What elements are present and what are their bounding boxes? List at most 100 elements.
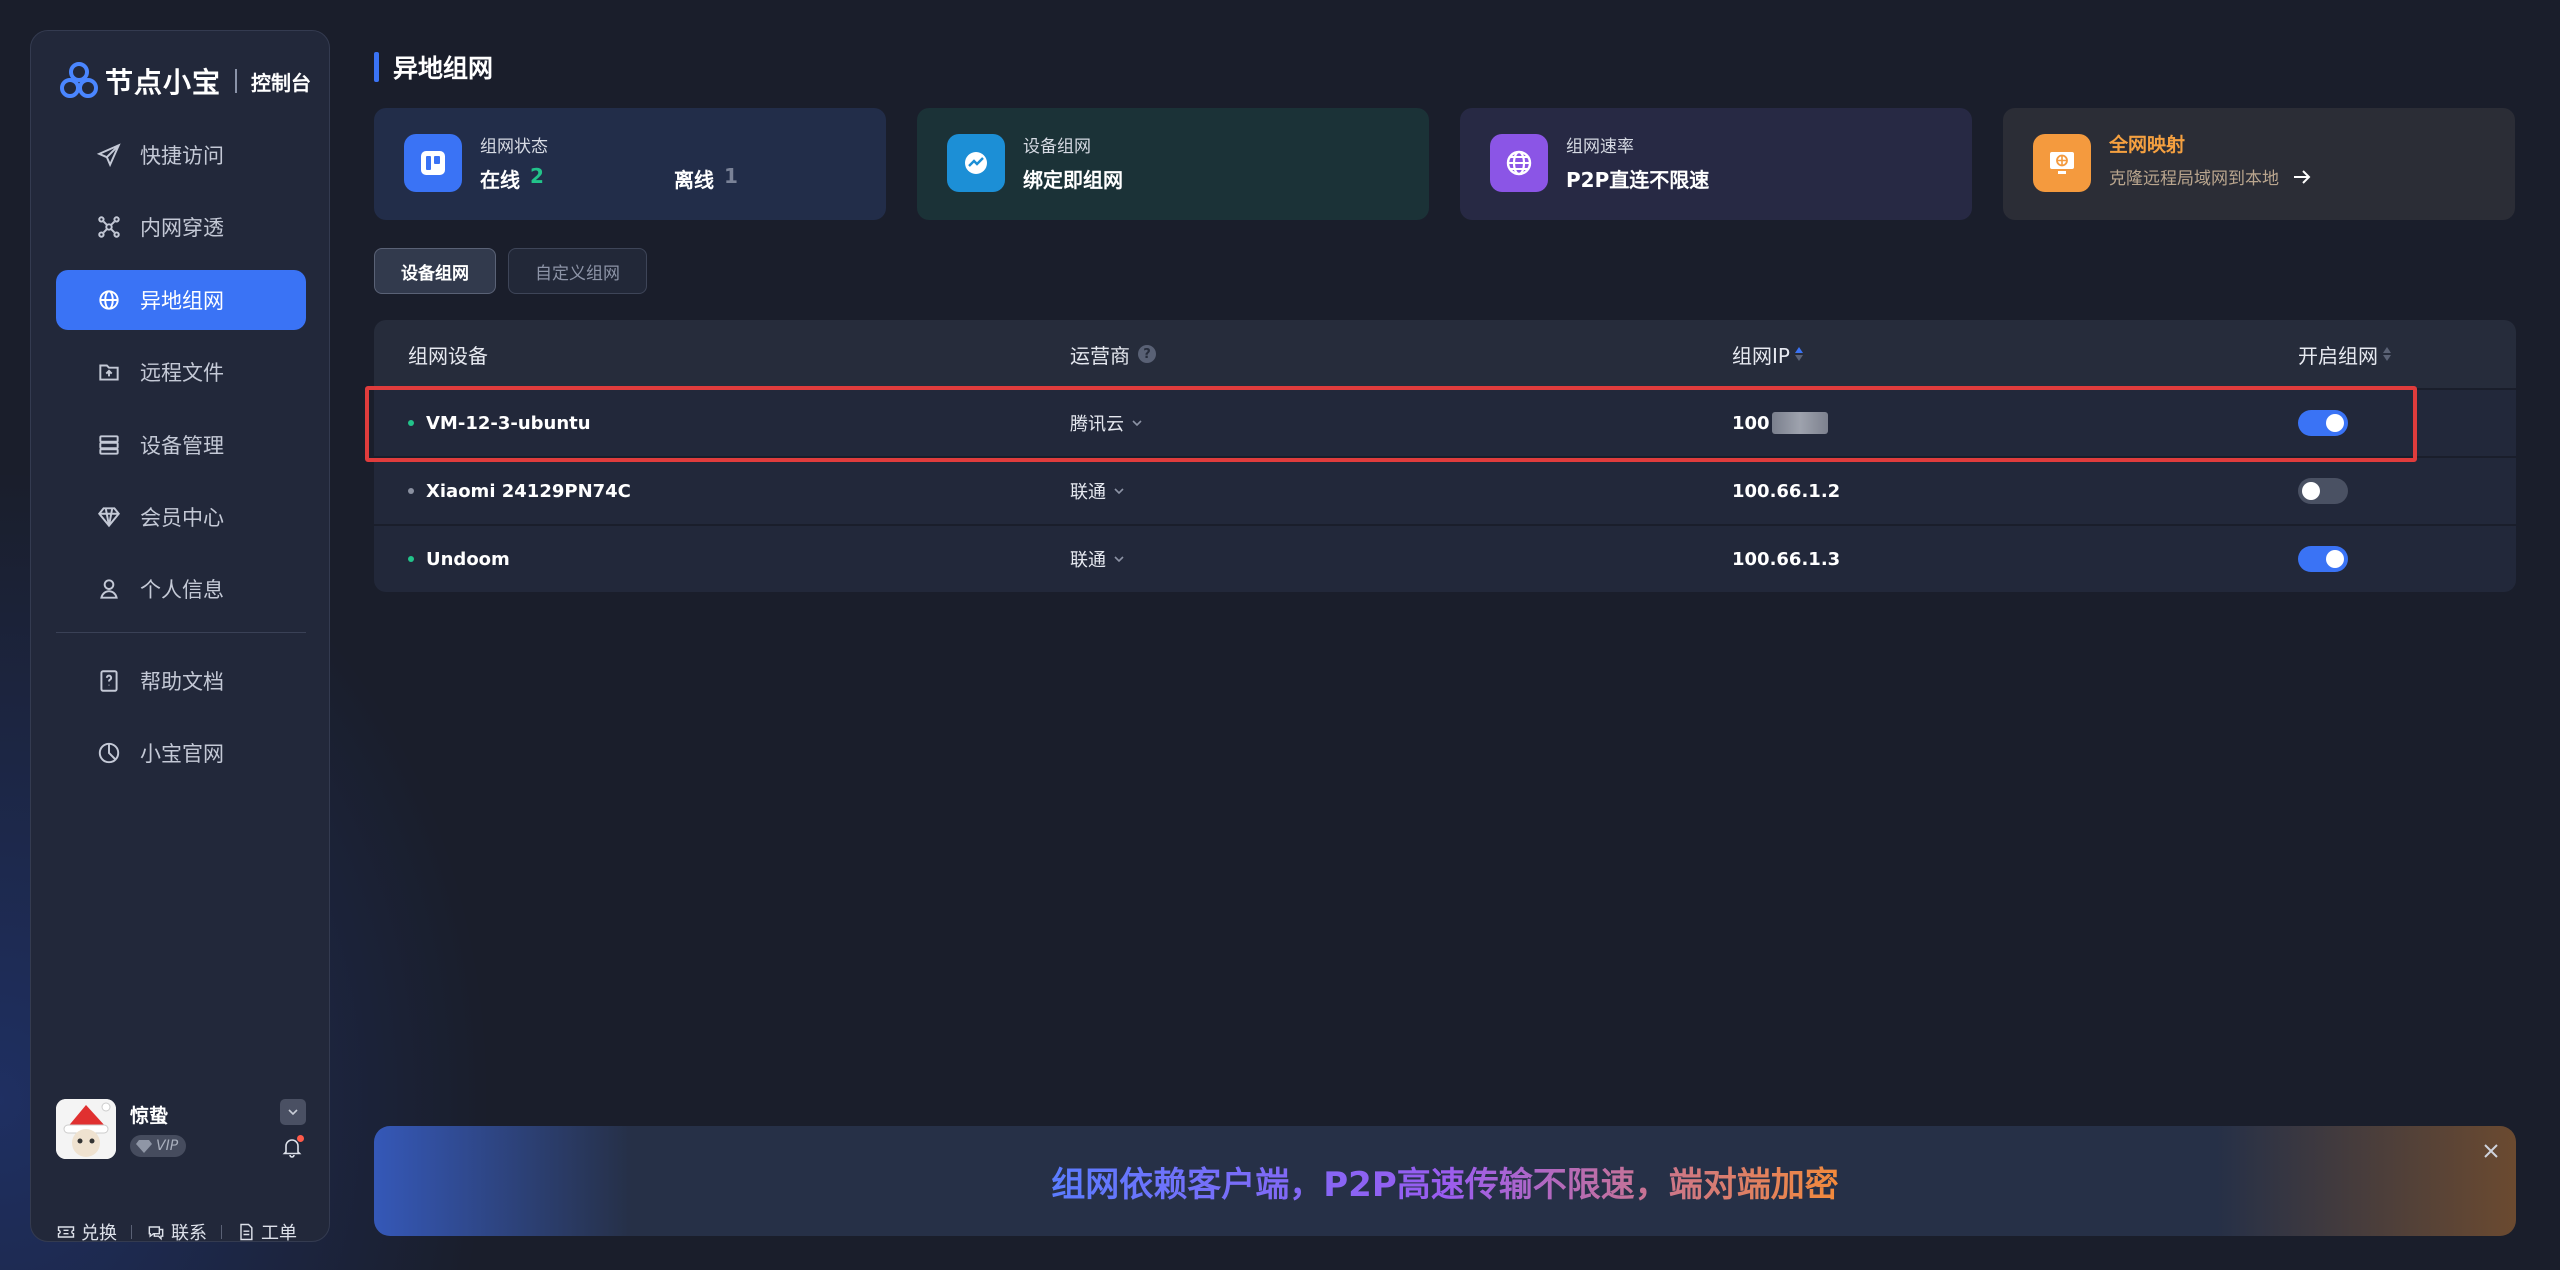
sidebar-item-devices[interactable]: 设备管理: [56, 415, 306, 475]
table-row[interactable]: Undoom 联通 100.66.1.3: [374, 524, 2516, 592]
isp-select[interactable]: 腾讯云: [1070, 390, 1144, 456]
help-icon[interactable]: ?: [1138, 345, 1156, 363]
sidebar-item-tunnel[interactable]: 内网穿透: [56, 197, 306, 257]
sidebar-item-website[interactable]: 小宝官网: [56, 723, 306, 783]
card-full-mapping[interactable]: 全网映射 克隆远程局域网到本地: [2003, 108, 2515, 220]
network-toggle[interactable]: [2298, 478, 2348, 504]
sidebar: 节点小宝 控制台 快捷访问 内网穿透 异地组网 远程文件 设备管理 会员中心 个…: [30, 30, 330, 1245]
device-cell: Xiaomi 24129PN74C: [408, 458, 631, 524]
card-value: 绑定即组网: [1023, 168, 1123, 192]
device-cell: VM-12-3-ubuntu: [408, 390, 591, 456]
online-label: 在线: [480, 168, 520, 192]
ticket-button[interactable]: 工单: [236, 1219, 297, 1245]
globe-icon: [1490, 134, 1548, 192]
status-offline: 离线 1: [674, 164, 738, 193]
network-toggle[interactable]: [2298, 546, 2348, 572]
notification-dot: [297, 1135, 304, 1142]
header-label: 组网设备: [408, 343, 488, 368]
banner-text: 组网依赖客户端，P2P高速传输不限速，端对端加密: [1051, 1157, 1839, 1206]
sidebar-item-label: 异地组网: [140, 288, 224, 313]
sidebar-item-label: 个人信息: [140, 578, 224, 603]
header-enable[interactable]: 开启组网: [2298, 320, 2391, 388]
header-isp: 运营商 ?: [1070, 320, 1156, 388]
server-icon: [96, 432, 122, 458]
notification-bell[interactable]: [280, 1135, 304, 1159]
sidebar-item-label: 小宝官网: [140, 742, 224, 767]
device-table: 组网设备 运营商 ? 组网IP 开启组网 VM-12-3-ubuntu 腾讯云 …: [374, 320, 2516, 592]
isp-select[interactable]: 联通: [1070, 458, 1126, 524]
ip-cell: 100.66.1.3: [1732, 526, 1840, 592]
card-label: 设备组网: [1023, 137, 1091, 157]
isp-value: 联通: [1070, 482, 1106, 503]
sidebar-item-label: 快捷访问: [140, 144, 224, 168]
close-icon[interactable]: [2480, 1140, 2502, 1162]
table-row[interactable]: Xiaomi 24129PN74C 联通 100.66.1.2: [374, 456, 2516, 524]
toggle-knob: [2326, 550, 2344, 568]
promo-banner: 组网依赖客户端，P2P高速传输不限速，端对端加密: [374, 1126, 2516, 1236]
action-separator: [221, 1225, 222, 1239]
ticket-label: 工单: [261, 1223, 297, 1244]
isp-value: 联通: [1070, 550, 1106, 571]
title-accent-bar: [374, 52, 379, 82]
logo-separator: [235, 69, 238, 93]
logo-mark-icon: [60, 62, 98, 98]
user-name: 惊蛰: [130, 1105, 169, 1127]
sidebar-item-profile[interactable]: 个人信息: [56, 559, 306, 619]
card-device-network: 设备组网 绑定即组网: [917, 108, 1429, 220]
contact-button[interactable]: 联系: [146, 1219, 207, 1245]
vip-label: VIP: [156, 1138, 179, 1154]
sidebar-divider: [56, 631, 306, 633]
ip-cell: 100: [1732, 390, 1828, 456]
header-label: 开启组网: [2298, 343, 2378, 368]
arrow-right-icon: [2294, 169, 2311, 184]
sidebar-item-remote-network[interactable]: 异地组网: [56, 269, 306, 330]
sort-icon[interactable]: [2383, 347, 2391, 361]
network-toggle[interactable]: [2298, 410, 2348, 436]
isp-select[interactable]: 联通: [1070, 526, 1126, 592]
contact-label: 联系: [171, 1223, 207, 1244]
avatar[interactable]: [56, 1099, 116, 1159]
ip-value: 100.66.1.3: [1732, 548, 1841, 570]
card-label: 全网映射: [2109, 134, 2186, 156]
user-icon: [96, 576, 122, 602]
action-separator: [131, 1225, 132, 1239]
document-icon: [240, 1223, 253, 1241]
messenger-icon: [947, 134, 1005, 192]
sidebar-item-quick-access[interactable]: 快捷访问: [56, 125, 306, 185]
ip-value: 100: [1732, 412, 1770, 434]
card-value: P2P直连不限速: [1566, 168, 1710, 192]
logo[interactable]: 节点小宝 控制台: [59, 59, 311, 103]
diamond-icon: [96, 504, 122, 530]
ip-cell: 100.66.1.2: [1732, 458, 1840, 524]
status-online: 在线 2: [480, 164, 544, 193]
tab-device-network[interactable]: 设备组网: [374, 248, 496, 294]
online-status-dot: [408, 420, 414, 426]
header-ip[interactable]: 组网IP: [1732, 320, 1803, 388]
diamond-icon: [136, 1140, 152, 1153]
user-menu-toggle[interactable]: [280, 1099, 306, 1125]
sidebar-item-membership[interactable]: 会员中心: [56, 487, 306, 547]
table-row[interactable]: VM-12-3-ubuntu 腾讯云 100: [374, 388, 2516, 456]
sort-icon[interactable]: [1794, 347, 1803, 361]
toggle-knob: [2326, 414, 2344, 432]
sidebar-item-help[interactable]: 帮助文档: [56, 651, 306, 711]
card-network-status: 组网状态 在线 2 离线 1: [374, 108, 886, 220]
user-box: 惊蛰 VIP: [56, 1099, 306, 1165]
device-name: VM-12-3-ubuntu: [426, 412, 591, 434]
online-count: 2: [530, 164, 544, 188]
toggle-cell: [2298, 458, 2348, 524]
card-value: 克隆远程局域网到本地: [2109, 169, 2279, 189]
header-device: 组网设备: [408, 320, 488, 388]
tab-custom-network[interactable]: 自定义组网: [508, 248, 647, 294]
redacted-ip-mask: [1771, 412, 1828, 434]
device-name: Xiaomi 24129PN74C: [426, 480, 631, 502]
table-header: 组网设备 运营商 ? 组网IP 开启组网: [374, 320, 2516, 388]
chevron-down-icon: [1114, 556, 1124, 563]
card-label: 组网速率: [1566, 137, 1634, 157]
logo-subtitle: 控制台: [251, 70, 312, 95]
sidebar-item-label: 会员中心: [140, 505, 224, 530]
sidebar-nav: 快捷访问 内网穿透 异地组网 远程文件 设备管理 会员中心 个人信息 帮助文档 …: [56, 125, 306, 796]
sidebar-item-remote-files[interactable]: 远程文件: [56, 342, 306, 402]
redeem-button[interactable]: 兑换: [56, 1219, 117, 1245]
card-subtitle: 克隆远程局域网到本地: [2109, 164, 2313, 189]
